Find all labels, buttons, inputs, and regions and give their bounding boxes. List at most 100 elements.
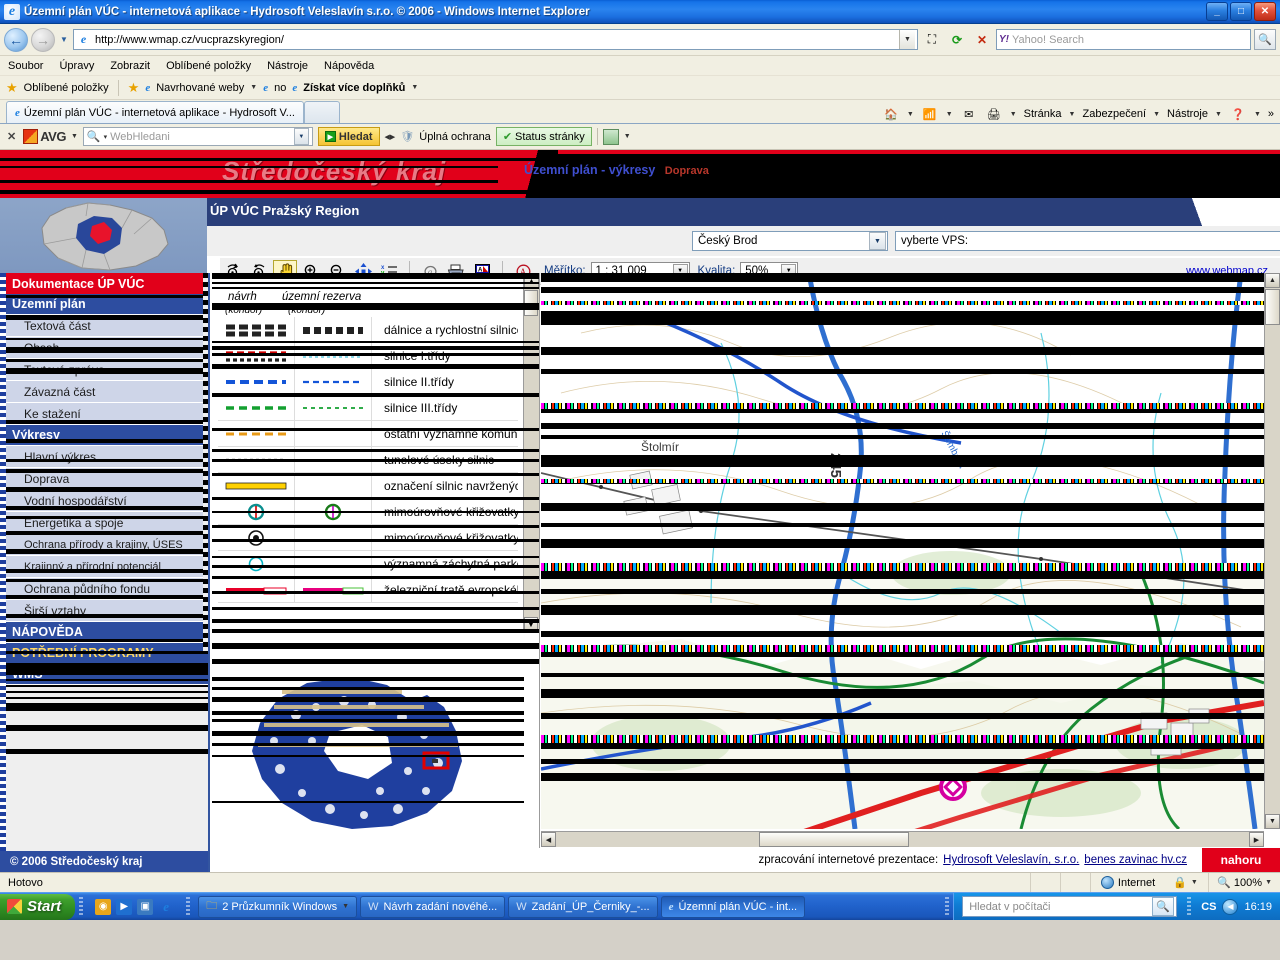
taskbar-grip-3[interactable] bbox=[945, 896, 950, 917]
get-more-addons-label[interactable]: Získat více doplňků bbox=[303, 82, 405, 94]
map-scroll-thumb-horizontal[interactable] bbox=[759, 832, 909, 847]
map-scroll-down-button[interactable]: ▼ bbox=[1265, 814, 1280, 829]
menu-zobrazit[interactable]: Zobrazit bbox=[110, 60, 150, 72]
sidebar-item-krajinny-potencial[interactable]: Krajinný a přírodní potenciál bbox=[0, 556, 208, 578]
ie-quicklaunch-icon[interactable]: e bbox=[158, 899, 174, 915]
map-scroll-left-button[interactable]: ◀ bbox=[541, 832, 556, 847]
sidebar-item-energetika-a-spoje[interactable]: Energetika a spoje bbox=[0, 512, 208, 534]
print-dropdown-icon[interactable]: ▼ bbox=[1010, 111, 1017, 118]
sidebar-item-sirsi-vztahy[interactable]: Širší vztahy bbox=[0, 600, 208, 622]
taskbar-item-word-2[interactable]: W Zadání_ÚP_Černiky_-... bbox=[508, 895, 658, 918]
footer-link-hydrosoft[interactable]: Hydrosoft Veleslavín, s.r.o. bbox=[943, 854, 1079, 866]
avg-expand-icon[interactable]: ◀▶ bbox=[385, 133, 396, 141]
clock[interactable]: 16:19 bbox=[1244, 901, 1272, 913]
sidebar-item-obsah[interactable]: Obsah bbox=[0, 337, 208, 359]
map-scroll-thumb[interactable] bbox=[1265, 289, 1280, 325]
desktop-search-icon[interactable]: 🔍 bbox=[1152, 897, 1175, 916]
back-button[interactable]: ← bbox=[4, 27, 28, 52]
add-favorite-icon[interactable]: ★ bbox=[128, 80, 140, 96]
desktop-search-input[interactable]: Hledat v počítači 🔍 bbox=[962, 896, 1178, 917]
avg-full-protection-label[interactable]: Úplná ochrana bbox=[419, 131, 491, 143]
chevron-down-icon-municipality[interactable]: ▼ bbox=[869, 232, 886, 250]
favorites-label[interactable]: Oblíbené položky bbox=[24, 82, 109, 94]
stop-icon[interactable]: ✕ bbox=[971, 29, 993, 50]
close-button[interactable]: ✕ bbox=[1254, 2, 1276, 21]
vps-select[interactable]: vyberte VPS: ▼ bbox=[895, 231, 1280, 251]
taskbar-grip-2[interactable] bbox=[186, 896, 191, 917]
taskbar-group-caret-icon[interactable]: ▼ bbox=[342, 903, 349, 910]
stranka-caret-icon[interactable]: ▼ bbox=[1069, 111, 1076, 118]
map-vertical-scrollbar[interactable]: ▲ ▼ bbox=[1264, 273, 1280, 829]
mail-icon[interactable]: ✉ bbox=[960, 105, 978, 123]
language-indicator[interactable]: CS bbox=[1201, 901, 1216, 913]
avg-search-input[interactable]: 🔍 ▾ WebHledani ▼ bbox=[82, 127, 313, 146]
maximize-button[interactable]: □ bbox=[1230, 2, 1252, 21]
overview-map[interactable] bbox=[212, 671, 524, 836]
help-icon[interactable]: ❓ bbox=[1229, 105, 1247, 123]
player-icon[interactable]: ▶ bbox=[116, 898, 133, 915]
print-icon[interactable]: 🖨 bbox=[985, 105, 1003, 123]
media-player-icon[interactable]: ◉ bbox=[95, 898, 112, 915]
command-stranka[interactable]: Stránka bbox=[1024, 108, 1062, 120]
taskbar-item-explorer[interactable]: 🗀 2 Průzkumník Windows ▼ bbox=[198, 895, 358, 918]
sidebar-item-ochrana-pudniho-fondu[interactable]: Ochrana půdního fondu bbox=[0, 578, 208, 600]
security-zone[interactable]: Internet bbox=[1091, 876, 1165, 889]
sidebar-item-ke-stazeni[interactable]: Ke stažení bbox=[0, 403, 208, 425]
taskbar-grip[interactable] bbox=[79, 896, 84, 917]
sidebar-item-zavazna-cast[interactable]: Závazná část bbox=[0, 381, 208, 403]
taskbar-item-word-1[interactable]: W Návrh zadání novéhé... bbox=[360, 895, 506, 918]
legend-scrollbar[interactable]: ▲ ▼ bbox=[523, 273, 539, 633]
sidebar-item-uzemni-plan[interactable]: Územní plán bbox=[0, 294, 208, 315]
sidebar-item-textova-zprava[interactable]: Textová zpráva bbox=[0, 359, 208, 381]
sidebar-item-vykresy[interactable]: Výkresy bbox=[0, 425, 208, 446]
legend-scroll-down-button[interactable]: ▼ bbox=[524, 617, 538, 633]
legend-scroll-thumb[interactable] bbox=[524, 290, 538, 316]
sidebar-item-vodni-hospodarstvi[interactable]: Vodní hospodářství bbox=[0, 490, 208, 512]
new-tab-button[interactable] bbox=[303, 101, 340, 123]
sidebar-item-potrebni-programy[interactable]: POTŘEBNÍ PROGRAMY bbox=[0, 643, 208, 664]
suggested-sites-label[interactable]: Navrhované weby bbox=[156, 82, 244, 94]
avg-search-dropdown-icon[interactable]: ▼ bbox=[293, 128, 309, 145]
help-caret-icon[interactable]: ▼ bbox=[1254, 111, 1261, 118]
map-scroll-right-button[interactable]: ▶ bbox=[1249, 832, 1264, 847]
zoom-caret-icon[interactable]: ▼ bbox=[1265, 879, 1272, 886]
forward-button[interactable]: → bbox=[31, 27, 55, 52]
map-scroll-up-button[interactable]: ▲ bbox=[1265, 273, 1280, 288]
avg-linkscanner-caret-icon[interactable]: ▼ bbox=[624, 133, 631, 140]
menu-upravy[interactable]: Úpravy bbox=[59, 60, 94, 72]
menu-napoveda[interactable]: Nápověda bbox=[324, 60, 374, 72]
footer-link-email[interactable]: benes zavinac hv.cz bbox=[1084, 854, 1187, 866]
sidebar-item-hlavni-vykres[interactable]: Hlavní výkres bbox=[0, 446, 208, 468]
nastroje-caret-icon[interactable]: ▼ bbox=[1215, 111, 1222, 118]
favorites-star-icon[interactable]: ★ bbox=[6, 80, 18, 96]
avg-page-status-button[interactable]: ✔ Status stránky bbox=[495, 127, 592, 146]
sidebar-item-napoveda[interactable]: NÁPOVĚDA bbox=[0, 622, 208, 643]
protected-mode-caret-icon[interactable]: ▼ bbox=[1191, 879, 1198, 886]
sidebar-item-ochrana-prirody[interactable]: Ochrana přírody a krajiny, ÚSES bbox=[0, 534, 208, 556]
menu-soubor[interactable]: Soubor bbox=[8, 60, 43, 72]
sidebar-item-textova-cast[interactable]: Textová část bbox=[0, 315, 208, 337]
start-button[interactable]: Start bbox=[0, 893, 76, 920]
menu-oblibene-polozky[interactable]: Oblíbené položky bbox=[166, 60, 251, 72]
sidebar-item-wms[interactable]: WMS bbox=[0, 664, 208, 685]
taskbar-item-ie[interactable]: e Územní plán VÚC - int... bbox=[660, 895, 806, 918]
overflow-icon[interactable]: » bbox=[1268, 108, 1274, 120]
refresh-icon[interactable]: ⟳ bbox=[946, 29, 968, 50]
close-avg-toolbar-icon[interactable]: ✕ bbox=[5, 130, 18, 143]
home-icon[interactable]: 🏠 bbox=[882, 105, 900, 123]
municipality-select[interactable]: Český Brod ▼ bbox=[692, 231, 888, 251]
minimize-button[interactable]: _ bbox=[1206, 2, 1228, 21]
protected-mode[interactable]: 🔒 ▼ bbox=[1165, 873, 1210, 892]
home-dropdown-icon[interactable]: ▼ bbox=[907, 111, 914, 118]
avg-search-button[interactable]: ▶ Hledat bbox=[317, 127, 380, 146]
search-box[interactable]: Y! Yahoo! Search bbox=[996, 29, 1251, 50]
sidebar-item-doprava[interactable]: Doprava bbox=[0, 468, 208, 490]
map-canvas[interactable]: Štolmír Bylany 245 12 Šembera 10815 1081… bbox=[541, 273, 1264, 829]
no-label[interactable]: no bbox=[274, 82, 286, 94]
address-dropdown-icon[interactable]: ▼ bbox=[899, 30, 915, 49]
zoom-control[interactable]: 🔍 100% ▼ bbox=[1209, 876, 1280, 890]
zabezpeceni-caret-icon[interactable]: ▼ bbox=[1153, 111, 1160, 118]
chevron-down-icon[interactable]: ▼ bbox=[250, 84, 257, 91]
command-zabezpeceni[interactable]: Zabezpečení bbox=[1082, 108, 1146, 120]
tab-uzemni-plan[interactable]: e Územní plán VÚC - internetová aplikace… bbox=[6, 101, 304, 123]
